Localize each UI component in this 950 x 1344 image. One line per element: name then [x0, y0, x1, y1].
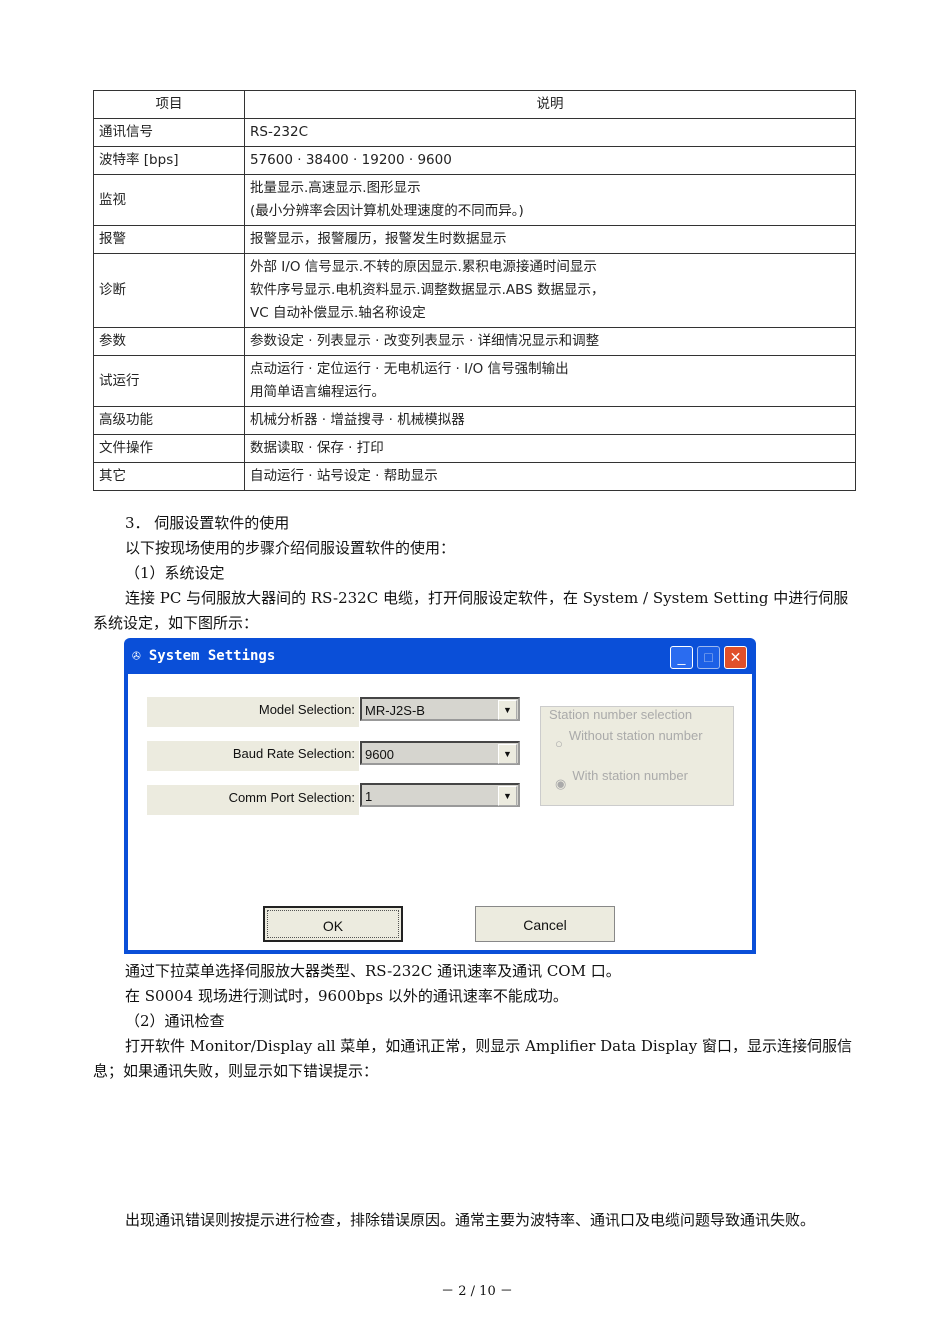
- desc-line: 点动运行 · 定位运行 · 无电机运行 · I/O 信号强制输出: [250, 361, 569, 377]
- table-row: 波特率 [bps] 57600 · 38400 · 19200 · 9600: [93, 146, 856, 175]
- item-cell: 高级功能: [93, 406, 245, 435]
- table-row: 监视 批量显示.高速显示.图形显示 (最小分辨率会因计算机处理速度的不同而异。): [93, 174, 856, 226]
- desc-line: 批量显示.高速显示.图形显示: [250, 180, 421, 196]
- step-heading: （2）通讯检查: [125, 1012, 225, 1030]
- item-cell: 监视: [93, 174, 245, 226]
- radio-without-station[interactable]: ○ Without station number: [555, 727, 705, 753]
- table-row: 高级功能 机械分析器 · 增益搜寻 · 机械模拟器: [93, 406, 856, 435]
- close-button[interactable]: ✕: [724, 646, 747, 669]
- desc-line: 机械分析器 · 增益搜寻 · 机械模拟器: [250, 412, 465, 428]
- desc-line: 外部 I/O 信号显示.不转的原因显示.累积电源接通时间显示: [250, 259, 597, 275]
- table-row: 试运行 点动运行 · 定位运行 · 无电机运行 · I/O 信号强制输出 用简单语言…: [93, 355, 856, 407]
- ok-button[interactable]: OK: [263, 906, 403, 942]
- baud-label: Baud Rate Selection:: [147, 741, 359, 771]
- model-label: Model Selection:: [147, 697, 359, 727]
- desc-line: 57600 · 38400 · 19200 · 9600: [250, 152, 452, 168]
- item-cell: 其它: [93, 462, 245, 491]
- desc-line: 参数设定 · 列表显示 · 改变列表显示 · 详细情况显示和调整: [250, 333, 600, 349]
- col-header-item: 项目: [93, 90, 245, 119]
- document-page: 项目 说明 通讯信号 RS-232C 波特率 [bps] 57600 · 38400 ·…: [0, 0, 950, 1344]
- desc-cell: 批量显示.高速显示.图形显示 (最小分辨率会因计算机处理速度的不同而异。): [244, 174, 856, 226]
- baud-select[interactable]: 9600 ▼: [360, 741, 520, 765]
- desc-cell: 数据读取 · 保存 · 打印: [244, 434, 856, 463]
- desc-cell: 外部 I/O 信号显示.不转的原因显示.累积电源接通时间显示 软件序号显示.电机资…: [244, 253, 856, 328]
- dialog-body: Model Selection: MR-J2S-B ▼ Baud Rate Sel…: [128, 674, 752, 950]
- spec-table: 项目 说明 通讯信号 RS-232C 波特率 [bps] 57600 · 38400 ·…: [93, 90, 856, 491]
- step-heading: （1）系统设定: [125, 564, 225, 582]
- item-cell: 通讯信号: [93, 118, 245, 147]
- radio-selected-icon: ◉: [555, 776, 567, 791]
- paragraph: 通过下拉菜单选择伺服放大器类型、RS-232C 通讯速率及通讯 COM 口。: [125, 962, 621, 980]
- table-row: 参数 参数设定 · 列表显示 · 改变列表显示 · 详细情况显示和调整: [93, 327, 856, 356]
- table-row: 报警 报警显示，报警履历，报警发生时数据显示: [93, 225, 856, 254]
- desc-line: RS-232C: [250, 124, 309, 140]
- table-row: 通讯信号 RS-232C: [93, 118, 856, 147]
- desc-cell: 参数设定 · 列表显示 · 改变列表显示 · 详细情况显示和调整: [244, 327, 856, 356]
- table-row: 诊断 外部 I/O 信号显示.不转的原因显示.累积电源接通时间显示 软件序号显示.电…: [93, 253, 856, 328]
- section-heading: 3． 伺服设置软件的使用: [125, 514, 290, 532]
- radio-with-station[interactable]: ◉ With station number: [555, 767, 705, 793]
- item-cell: 波特率 [bps]: [93, 146, 245, 175]
- paragraph: 出现通讯错误则按提示进行检查，排除错误原因。通常主要为波特率、通讯口及电缆问题导…: [125, 1211, 816, 1229]
- group-label: Station number selection: [549, 707, 693, 722]
- desc-line: 用简单语言编程运行。: [250, 384, 385, 400]
- desc-cell: 报警显示，报警履历，报警发生时数据显示: [244, 225, 856, 254]
- desc-cell: 点动运行 · 定位运行 · 无电机运行 · I/O 信号强制输出 用简单语言编程运…: [244, 355, 856, 407]
- maximize-button[interactable]: □: [697, 646, 720, 669]
- item-cell: 试运行: [93, 355, 245, 407]
- chevron-down-icon[interactable]: ▼: [498, 786, 517, 806]
- cancel-button[interactable]: Cancel: [475, 906, 615, 942]
- dialog-title: ✇ System Settings: [132, 648, 276, 664]
- chevron-down-icon[interactable]: ▼: [498, 700, 517, 720]
- desc-cell: 机械分析器 · 增益搜寻 · 机械模拟器: [244, 406, 856, 435]
- desc-cell: 57600 · 38400 · 19200 · 9600: [244, 146, 856, 175]
- table-row: 文件操作 数据读取 · 保存 · 打印: [93, 434, 856, 463]
- port-label: Comm Port Selection:: [147, 785, 359, 815]
- paragraph: 以下按现场使用的步骤介绍伺服设置软件的使用：: [125, 539, 456, 557]
- item-cell: 参数: [93, 327, 245, 356]
- desc-cell: RS-232C: [244, 118, 856, 147]
- paragraph: 连接 PC 与伺服放大器间的 RS-232C 电缆，打开伺服设定软件，在 Sys…: [93, 589, 849, 632]
- app-icon: ✇: [132, 648, 149, 664]
- desc-line: 软件序号显示.电机资料显示.调整数据显示.ABS 数据显示，: [250, 282, 605, 298]
- model-select[interactable]: MR-J2S-B ▼: [360, 697, 520, 721]
- item-cell: 诊断: [93, 253, 245, 328]
- page-footer: － 2 / 10 －: [441, 1284, 513, 1299]
- paragraph: 在 S0004 现场进行测试时，9600bps 以外的通讯速率不能成功。: [125, 987, 568, 1005]
- table-row: 其它 自动运行 · 站号设定 · 帮助显示: [93, 462, 856, 491]
- radio-icon: ○: [555, 736, 563, 751]
- desc-line: 报警显示，报警履历，报警发生时数据显示: [250, 231, 507, 247]
- desc-line: 数据读取 · 保存 · 打印: [250, 440, 384, 456]
- desc-line: (最小分辨率会因计算机处理速度的不同而异。): [250, 203, 524, 219]
- desc-line: 自动运行 · 站号设定 · 帮助显示: [250, 468, 438, 484]
- col-header-desc: 说明: [244, 90, 856, 119]
- item-cell: 文件操作: [93, 434, 245, 463]
- paragraph: 打开软件 Monitor/Display all 菜单，如通讯正常，则显示 Am…: [93, 1037, 852, 1080]
- port-select[interactable]: 1 ▼: [360, 783, 520, 807]
- chevron-down-icon[interactable]: ▼: [498, 744, 517, 764]
- desc-cell: 自动运行 · 站号设定 · 帮助显示: [244, 462, 856, 491]
- minimize-button[interactable]: _: [670, 646, 693, 669]
- desc-line: VC 自动补偿显示.轴名称设定: [250, 305, 426, 321]
- system-settings-dialog: ✇ System Settings _ □ ✕ Model Selection:…: [124, 638, 756, 954]
- item-cell: 报警: [93, 225, 245, 254]
- station-number-group: Station number selection ○ Without statio…: [540, 706, 734, 806]
